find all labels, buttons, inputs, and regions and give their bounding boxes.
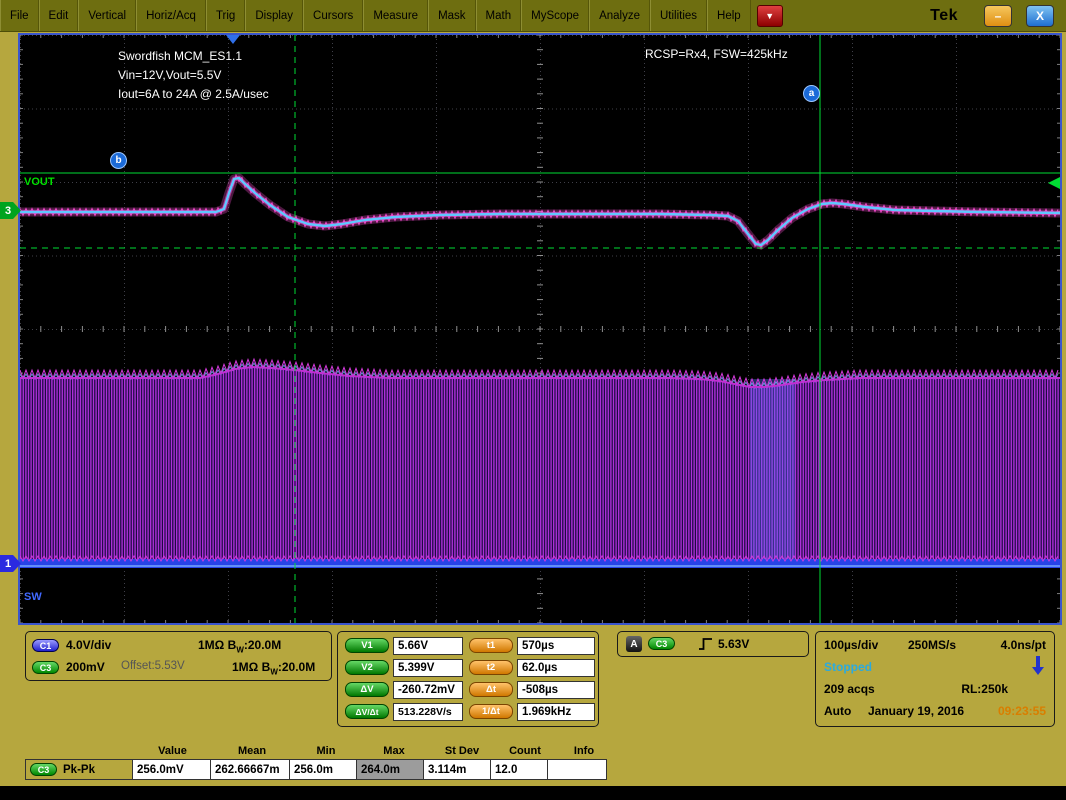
header-count: Count	[496, 745, 554, 757]
trigger-mode[interactable]: Auto	[824, 704, 851, 718]
measurement-table: Value Mean Min Max St Dev Count Info C3 …	[25, 743, 617, 780]
header-mean: Mean	[212, 745, 292, 757]
menu-bar: File Edit Vertical Horiz/Acq Trig Displa…	[0, 0, 1066, 32]
channel-readout-box: C1 4.0V/div 1MΩ BW:20.0M C3 200mV Offset…	[25, 631, 332, 681]
trigger-readout-box: A C3 5.63V	[617, 631, 809, 657]
rising-edge-icon	[698, 636, 713, 652]
cursor-b-marker[interactable]: b	[110, 152, 127, 169]
dropdown-triangle-icon: ▼	[765, 11, 774, 21]
menu-mask[interactable]: Mask	[428, 0, 475, 31]
ch1-impedance: 1MΩ BW:20.0M	[198, 638, 281, 654]
annotation-right: RCSP=Rx4, FSW=425kHz	[645, 47, 788, 61]
close-button[interactable]: X	[1026, 5, 1054, 27]
meas-channel-badge: C3	[30, 763, 57, 776]
dvdt-badge: ΔV/Δt	[345, 704, 389, 719]
graticule-display	[20, 35, 1060, 623]
minimize-button[interactable]: –	[984, 5, 1012, 27]
v2-badge: V2	[345, 660, 389, 675]
t1-value: 570µs	[517, 637, 595, 655]
annotation-notes: Swordfish MCM_ES1.1 Vin=12V,Vout=5.5V Io…	[118, 47, 269, 104]
menu-edit[interactable]: Edit	[39, 0, 79, 31]
menu-display[interactable]: Display	[245, 0, 303, 31]
header-min: Min	[292, 745, 360, 757]
dt-value: -508µs	[517, 681, 595, 699]
meas-max-cell: 264.0m	[356, 759, 424, 780]
meas-mean-cell: 262.66667m	[210, 759, 290, 780]
tek-logo: Tek	[930, 7, 958, 25]
menu-myscope[interactable]: MyScope	[521, 0, 589, 31]
measurement-row: C3 Pk-Pk 256.0mV 262.66667m 256.0m 264.0…	[25, 759, 617, 780]
menu-vertical[interactable]: Vertical	[78, 0, 136, 31]
horizontal-readout-box: 100µs/div 250MS/s 4.0ns/pt Stopped 209 a…	[815, 631, 1055, 727]
v1-value: 5.66V	[393, 637, 463, 655]
ch3-impedance: 1MΩ BW:20.0M	[232, 660, 315, 676]
ch3-scale[interactable]: 200mV	[66, 660, 105, 674]
meas-count-cell: 12.0	[490, 759, 548, 780]
measurement-header-row: Value Mean Min Max St Dev Count Info	[25, 743, 617, 759]
sw-trace-label: SW	[24, 591, 42, 603]
bottom-strip	[0, 786, 1066, 800]
note-line2: Vin=12V,Vout=5.5V	[118, 66, 269, 85]
oscilloscope-ui: File Edit Vertical Horiz/Acq Trig Displa…	[0, 0, 1066, 800]
menu-dropdown-button[interactable]: ▼	[757, 5, 783, 27]
dvdt-value: 513.228V/s	[393, 703, 463, 721]
header-value: Value	[133, 745, 212, 757]
header-stdev: St Dev	[428, 745, 496, 757]
menu-horiz-acq[interactable]: Horiz/Acq	[136, 0, 206, 31]
meas-name: Pk-Pk	[63, 764, 95, 776]
t2-badge: t2	[469, 660, 513, 675]
menu-file[interactable]: File	[0, 0, 39, 31]
dt-badge: Δt	[469, 682, 513, 697]
measurement-source-cell[interactable]: C3 Pk-Pk	[25, 759, 133, 780]
header-max: Max	[360, 745, 428, 757]
resolution: 4.0ns/pt	[1001, 638, 1046, 652]
menu-trig[interactable]: Trig	[206, 0, 245, 31]
meas-info-cell	[547, 759, 607, 780]
timebase[interactable]: 100µs/div	[824, 638, 878, 652]
channel3-badge[interactable]: C3	[32, 661, 59, 674]
trigger-level[interactable]: 5.63V	[718, 637, 749, 651]
note-line3: Iout=6A to 24A @ 2.5A/usec	[118, 85, 269, 104]
sample-rate: 250MS/s	[908, 638, 956, 652]
t2-value: 62.0µs	[517, 659, 595, 677]
v1-badge: V1	[345, 638, 389, 653]
menu-help[interactable]: Help	[707, 0, 751, 31]
down-arrow-icon	[1032, 656, 1044, 676]
cursor-a-marker[interactable]: a	[803, 85, 820, 102]
menubar-spacer	[783, 0, 930, 31]
channel1-badge[interactable]: C1	[32, 639, 59, 652]
dv-value: -260.72mV	[393, 681, 463, 699]
meas-stdev-cell: 3.114m	[423, 759, 491, 780]
waveform-screen: Swordfish MCM_ES1.1 Vin=12V,Vout=5.5V Io…	[18, 33, 1062, 625]
trigger-source-badge[interactable]: C3	[648, 637, 675, 650]
acq-count: 209 acqs	[824, 682, 875, 696]
record-length: RL:250k	[961, 682, 1008, 696]
date-text: January 19, 2016	[868, 704, 964, 718]
display-area: Swordfish MCM_ES1.1 Vin=12V,Vout=5.5V Io…	[0, 31, 1066, 628]
meas-value-cell: 256.0mV	[132, 759, 211, 780]
cursor-readout-box: V1 5.66V V2 5.399V ΔV -260.72mV ΔV/Δt 51…	[337, 631, 599, 727]
v2-value: 5.399V	[393, 659, 463, 677]
menu-math[interactable]: Math	[476, 0, 522, 31]
header-info: Info	[554, 745, 614, 757]
ch1-scale[interactable]: 4.0V/div	[66, 638, 111, 652]
menu-utilities[interactable]: Utilities	[650, 0, 707, 31]
menu-measure[interactable]: Measure	[363, 0, 428, 31]
time-text: 09:23:55	[998, 704, 1046, 718]
note-line1: Swordfish MCM_ES1.1	[118, 47, 269, 66]
vout-trace-label: VOUT	[24, 176, 55, 188]
trigger-a-badge[interactable]: A	[626, 636, 642, 652]
inv-dt-badge: 1/Δt	[469, 704, 513, 719]
meas-min-cell: 256.0m	[289, 759, 357, 780]
ch3-offset: Offset:5.53V	[121, 660, 185, 672]
t1-badge: t1	[469, 638, 513, 653]
menu-analyze[interactable]: Analyze	[589, 0, 650, 31]
inv-dt-value: 1.969kHz	[517, 703, 595, 721]
acq-state: Stopped	[824, 660, 872, 674]
dv-badge: ΔV	[345, 682, 389, 697]
menu-cursors[interactable]: Cursors	[303, 0, 363, 31]
